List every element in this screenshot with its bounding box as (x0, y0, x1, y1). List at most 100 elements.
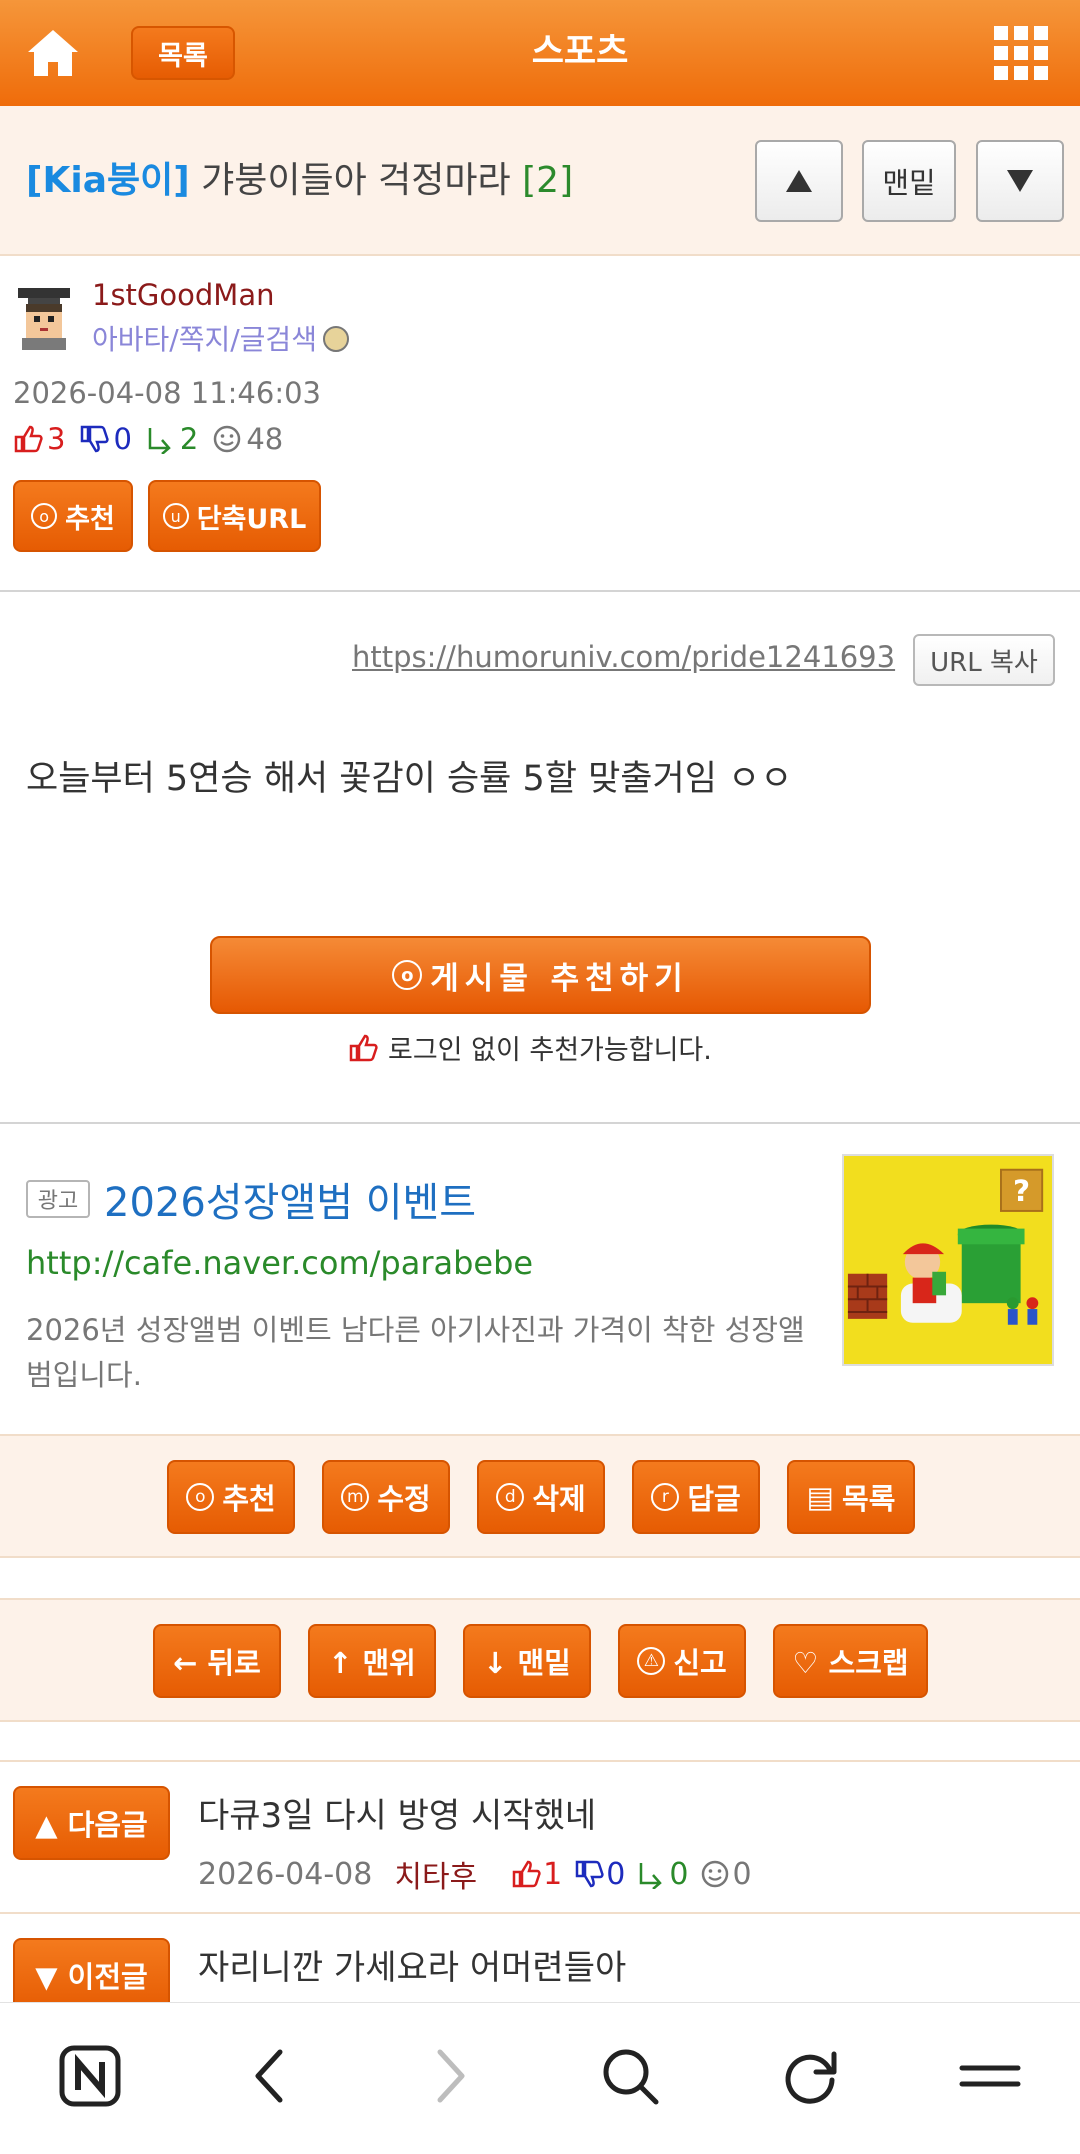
refresh-icon[interactable] (775, 2041, 845, 2111)
prev-post-title[interactable]: 자리니깐 가세요라 어머련들아 (198, 1940, 626, 1989)
comment-count[interactable]: [2] (522, 160, 573, 201)
go-top-button[interactable]: ↑ 맨위 (308, 1624, 436, 1698)
author-links-text[interactable]: 아바타/쪽지/글검색 (92, 323, 317, 356)
report-label: 신고 (673, 1646, 727, 1680)
author-info: 1stGoodMan 아바타/쪽지/글검색 2026-04-08 11:46:0… (0, 256, 1080, 592)
thumbs-up-icon (14, 425, 43, 453)
smiley-icon (702, 1860, 729, 1888)
list-button-2[interactable]: ▤ 목록 (787, 1460, 915, 1534)
ad-url[interactable]: http://cafe.naver.com/parabebe (26, 1244, 533, 1282)
reply-label: 답글 (687, 1482, 741, 1516)
no-login-notice: 로그인 없이 추천가능합니다. (348, 1028, 712, 1067)
warning-icon: ⚠ (637, 1647, 666, 1675)
recommend-label: 추천 (65, 503, 115, 535)
list-button[interactable]: 목록 (131, 26, 235, 80)
reply-button[interactable]: r 답글 (632, 1460, 760, 1534)
recommend-button-2[interactable]: o 추천 (167, 1460, 295, 1534)
author-name[interactable]: 1stGoodMan (92, 278, 274, 312)
section-title: 스포츠 (531, 32, 629, 72)
edit-icon: m (341, 1483, 370, 1511)
recommend-button[interactable]: o 추천 (13, 480, 133, 552)
edit-button[interactable]: m 수정 (322, 1460, 450, 1534)
grid-menu-icon[interactable] (994, 26, 1048, 80)
triangle-up-icon (786, 170, 812, 192)
go-bottom-button[interactable]: ↓ 맨밑 (463, 1624, 591, 1698)
post-body: 오늘부터 5연승 해서 꽃감이 승률 5할 맞출거임 ㅇㅇ (26, 759, 793, 799)
report-button[interactable]: ⚠ 신고 (618, 1624, 746, 1698)
recommend-icon: o (31, 503, 58, 529)
post-title: [Kia붕이] 갸붕이들아 걱정마라 [2] (26, 156, 573, 206)
share-count: 2 (179, 422, 199, 456)
next-like-count: 1 (543, 1856, 563, 1892)
post-action-bar: o 추천 m 수정 d 삭제 r 답글 ▤ 목록 (0, 1434, 1080, 1558)
list-label: 목록 (842, 1482, 896, 1516)
prev-post-button[interactable]: ▼ 이전글 (13, 1938, 170, 2012)
triangle-down-icon (1007, 170, 1033, 192)
view-count: 48 (246, 422, 284, 456)
home-icon[interactable] (22, 22, 84, 84)
forward-icon[interactable] (415, 2041, 485, 2111)
back-icon[interactable] (235, 2041, 305, 2111)
like-count: 3 (47, 422, 66, 456)
post-url-link[interactable]: https://humoruniv.com/pride1241693 (352, 640, 895, 674)
no-login-text: 로그인 없이 추천가능합니다. (388, 1035, 712, 1066)
thumbs-up-icon (349, 1034, 378, 1061)
divider (0, 1760, 1080, 1762)
post-date: 2026-04-08 11:46:03 (13, 376, 321, 410)
scroll-bottom-button[interactable]: 맨밑 (862, 140, 956, 222)
recommend-post-label: 게시물 추천하기 (430, 960, 689, 997)
url-copy-button[interactable]: URL 복사 (913, 634, 1055, 686)
browser-toolbar (0, 2002, 1080, 2154)
navigation-action-bar: ← 뒤로 ↑ 맨위 ↓ 맨밑 ⚠ 신고 ♡ 스크랩 (0, 1598, 1080, 1722)
smiley-icon (214, 425, 241, 453)
short-url-icon: u (162, 503, 189, 529)
recommend-icon: o (186, 1483, 215, 1511)
ad-badge: 광고 (26, 1180, 90, 1218)
share-arrow-icon (640, 1863, 663, 1889)
next-post-title[interactable]: 다큐3일 다시 방영 시작했네 (198, 1788, 596, 1837)
back-button[interactable]: ← 뒤로 (153, 1624, 281, 1698)
post-category[interactable]: [Kia붕이] (26, 160, 190, 201)
next-post-date: 2026-04-08 (198, 1856, 373, 1892)
naver-icon[interactable] (55, 2041, 125, 2111)
delete-icon: d (496, 1483, 525, 1511)
delete-button[interactable]: d 삭제 (477, 1460, 605, 1534)
svg-text:?: ? (1013, 1174, 1030, 1208)
divider (0, 1912, 1080, 1914)
recommend-post-icon: o (392, 960, 423, 990)
reply-icon: r (651, 1483, 680, 1511)
author-links[interactable]: 아바타/쪽지/글검색 (92, 318, 349, 358)
medal-icon (322, 326, 349, 352)
next-dislike-count: 0 (606, 1856, 626, 1892)
thumbs-down-icon (576, 1860, 604, 1888)
next-post-meta: 2026-04-08 치타후 1 0 0 0 (198, 1852, 764, 1896)
post-title-bar: [Kia붕이] 갸붕이들아 걱정마라 [2] 맨밑 (0, 106, 1080, 256)
scroll-up-button[interactable] (755, 140, 843, 222)
share-arrow-icon (148, 428, 171, 454)
delete-label: 삭제 (532, 1482, 586, 1516)
post-title-text: 갸붕이들아 걱정마라 (201, 160, 511, 201)
avatar[interactable] (12, 286, 76, 350)
next-view-count: 0 (732, 1856, 752, 1892)
next-post-button[interactable]: ▲ 다음글 (13, 1786, 170, 1860)
recommend-label: 추천 (222, 1482, 276, 1516)
ad-description[interactable]: 2026년 성장앨범 이벤트 남다른 아기사진과 가격이 착한 성장앨범입니다. (26, 1308, 826, 1398)
list-icon: ▤ (806, 1480, 835, 1514)
edit-label: 수정 (377, 1482, 431, 1516)
scroll-down-button[interactable] (976, 140, 1064, 222)
dislike-count: 0 (113, 422, 132, 456)
next-share-count: 0 (669, 1856, 689, 1892)
top-bar: 목록 스포츠 (0, 0, 1080, 106)
menu-icon[interactable] (955, 2041, 1025, 2111)
post-stats: 3 0 2 48 (13, 422, 297, 456)
short-url-button[interactable]: u 단축URL (148, 480, 321, 552)
next-post-author[interactable]: 치타후 (394, 1852, 477, 1896)
recommend-post-button[interactable]: o 게시물 추천하기 (210, 936, 871, 1014)
ad-image[interactable]: ? (842, 1154, 1054, 1366)
thumbs-down-icon (81, 425, 110, 453)
search-icon[interactable] (595, 2041, 665, 2111)
scrap-button[interactable]: ♡ 스크랩 (773, 1624, 928, 1698)
ad-title[interactable]: 2026성장앨범 이벤트 (104, 1170, 476, 1228)
divider (0, 1122, 1080, 1124)
short-url-label: 단축URL (196, 503, 307, 535)
